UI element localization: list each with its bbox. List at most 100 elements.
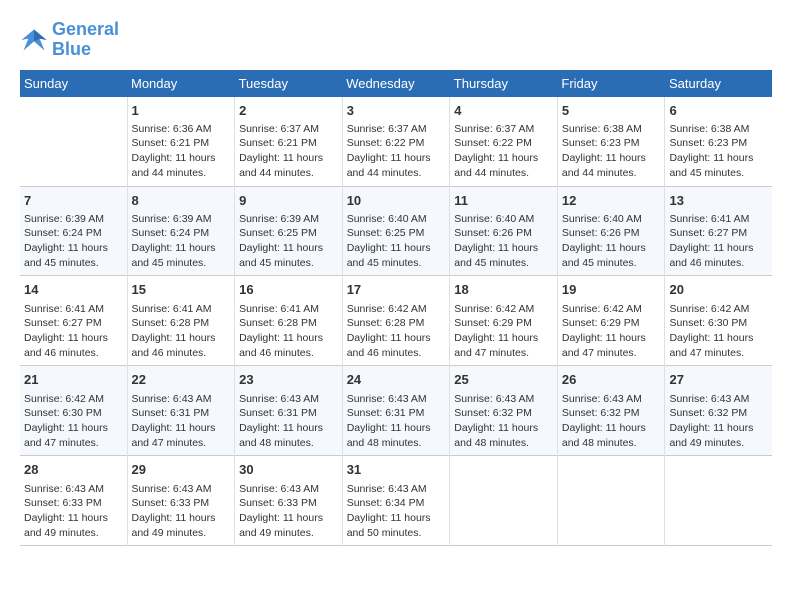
day-info: Sunrise: 6:42 AMSunset: 6:30 PMDaylight:… <box>24 392 123 451</box>
day-info: Sunrise: 6:36 AMSunset: 6:21 PMDaylight:… <box>132 122 231 181</box>
day-number: 31 <box>347 461 446 479</box>
day-cell <box>20 97 127 186</box>
day-info: Sunrise: 6:43 AMSunset: 6:32 PMDaylight:… <box>454 392 553 451</box>
day-cell: 26 Sunrise: 6:43 AMSunset: 6:32 PMDayligh… <box>557 366 665 456</box>
day-info: Sunrise: 6:42 AMSunset: 6:28 PMDaylight:… <box>347 302 446 361</box>
day-header-saturday: Saturday <box>665 70 772 97</box>
day-info: Sunrise: 6:43 AMSunset: 6:32 PMDaylight:… <box>562 392 661 451</box>
day-info: Sunrise: 6:41 AMSunset: 6:27 PMDaylight:… <box>24 302 123 361</box>
day-header-thursday: Thursday <box>450 70 558 97</box>
day-info: Sunrise: 6:43 AMSunset: 6:34 PMDaylight:… <box>347 482 446 541</box>
logo: General Blue <box>20 20 119 60</box>
day-number: 28 <box>24 461 123 479</box>
week-row-4: 21 Sunrise: 6:42 AMSunset: 6:30 PMDayligh… <box>20 366 772 456</box>
day-cell: 23 Sunrise: 6:43 AMSunset: 6:31 PMDayligh… <box>235 366 343 456</box>
days-header-row: SundayMondayTuesdayWednesdayThursdayFrid… <box>20 70 772 97</box>
day-number: 21 <box>24 371 123 389</box>
day-info: Sunrise: 6:40 AMSunset: 6:26 PMDaylight:… <box>454 212 553 271</box>
day-cell: 18 Sunrise: 6:42 AMSunset: 6:29 PMDayligh… <box>450 276 558 366</box>
day-number: 7 <box>24 192 123 210</box>
day-info: Sunrise: 6:42 AMSunset: 6:29 PMDaylight:… <box>454 302 553 361</box>
day-cell: 10 Sunrise: 6:40 AMSunset: 6:25 PMDayligh… <box>342 186 450 276</box>
day-number: 9 <box>239 192 338 210</box>
day-number: 17 <box>347 281 446 299</box>
day-cell: 3Sunrise: 6:37 AMSunset: 6:22 PMDaylight… <box>342 97 450 186</box>
day-header-tuesday: Tuesday <box>235 70 343 97</box>
day-info: Sunrise: 6:38 AMSunset: 6:23 PMDaylight:… <box>562 122 661 181</box>
day-cell: 19Sunrise: 6:42 AMSunset: 6:29 PMDayligh… <box>557 276 665 366</box>
day-info: Sunrise: 6:37 AMSunset: 6:21 PMDaylight:… <box>239 122 338 181</box>
day-info: Sunrise: 6:43 AMSunset: 6:32 PMDaylight:… <box>669 392 768 451</box>
logo-icon <box>20 26 48 54</box>
day-cell: 31 Sunrise: 6:43 AMSunset: 6:34 PMDayligh… <box>342 456 450 546</box>
day-number: 25 <box>454 371 553 389</box>
day-cell: 7 Sunrise: 6:39 AMSunset: 6:24 PMDaylight… <box>20 186 127 276</box>
day-cell: 27 Sunrise: 6:43 AMSunset: 6:32 PMDayligh… <box>665 366 772 456</box>
day-info: Sunrise: 6:43 AMSunset: 6:31 PMDaylight:… <box>347 392 446 451</box>
day-header-friday: Friday <box>557 70 665 97</box>
day-number: 24 <box>347 371 446 389</box>
day-cell: 14 Sunrise: 6:41 AMSunset: 6:27 PMDayligh… <box>20 276 127 366</box>
day-cell <box>557 456 665 546</box>
day-cell: 2 Sunrise: 6:37 AMSunset: 6:21 PMDaylight… <box>235 97 343 186</box>
day-number: 16 <box>239 281 338 299</box>
day-cell: 12 Sunrise: 6:40 AMSunset: 6:26 PMDayligh… <box>557 186 665 276</box>
day-cell: 6Sunrise: 6:38 AMSunset: 6:23 PMDaylight… <box>665 97 772 186</box>
day-cell: 11Sunrise: 6:40 AMSunset: 6:26 PMDayligh… <box>450 186 558 276</box>
day-cell: 25 Sunrise: 6:43 AMSunset: 6:32 PMDayligh… <box>450 366 558 456</box>
week-row-5: 28 Sunrise: 6:43 AMSunset: 6:33 PMDayligh… <box>20 456 772 546</box>
day-cell: 28 Sunrise: 6:43 AMSunset: 6:33 PMDayligh… <box>20 456 127 546</box>
day-info: Sunrise: 6:43 AMSunset: 6:33 PMDaylight:… <box>239 482 338 541</box>
day-cell: 17 Sunrise: 6:42 AMSunset: 6:28 PMDayligh… <box>342 276 450 366</box>
day-info: Sunrise: 6:43 AMSunset: 6:31 PMDaylight:… <box>132 392 231 451</box>
day-number: 6 <box>669 102 768 120</box>
day-number: 1 <box>132 102 231 120</box>
day-cell: 30Sunrise: 6:43 AMSunset: 6:33 PMDayligh… <box>235 456 343 546</box>
day-cell: 22 Sunrise: 6:43 AMSunset: 6:31 PMDayligh… <box>127 366 235 456</box>
page-header: General Blue <box>20 20 772 60</box>
week-row-3: 14 Sunrise: 6:41 AMSunset: 6:27 PMDayligh… <box>20 276 772 366</box>
day-cell: 8 Sunrise: 6:39 AMSunset: 6:24 PMDaylight… <box>127 186 235 276</box>
day-cell: 1 Sunrise: 6:36 AMSunset: 6:21 PMDaylight… <box>127 97 235 186</box>
day-number: 10 <box>347 192 446 210</box>
day-number: 20 <box>669 281 768 299</box>
day-header-monday: Monday <box>127 70 235 97</box>
day-number: 2 <box>239 102 338 120</box>
day-header-wednesday: Wednesday <box>342 70 450 97</box>
day-info: Sunrise: 6:41 AMSunset: 6:28 PMDaylight:… <box>132 302 231 361</box>
day-info: Sunrise: 6:41 AMSunset: 6:27 PMDaylight:… <box>669 212 768 271</box>
day-number: 14 <box>24 281 123 299</box>
day-number: 8 <box>132 192 231 210</box>
day-cell: 24 Sunrise: 6:43 AMSunset: 6:31 PMDayligh… <box>342 366 450 456</box>
day-info: Sunrise: 6:40 AMSunset: 6:26 PMDaylight:… <box>562 212 661 271</box>
week-row-2: 7 Sunrise: 6:39 AMSunset: 6:24 PMDaylight… <box>20 186 772 276</box>
day-info: Sunrise: 6:40 AMSunset: 6:25 PMDaylight:… <box>347 212 446 271</box>
day-info: Sunrise: 6:43 AMSunset: 6:31 PMDaylight:… <box>239 392 338 451</box>
day-cell: 13 Sunrise: 6:41 AMSunset: 6:27 PMDayligh… <box>665 186 772 276</box>
day-number: 12 <box>562 192 661 210</box>
day-number: 18 <box>454 281 553 299</box>
day-info: Sunrise: 6:41 AMSunset: 6:28 PMDaylight:… <box>239 302 338 361</box>
day-cell: 4 Sunrise: 6:37 AMSunset: 6:22 PMDaylight… <box>450 97 558 186</box>
day-info: Sunrise: 6:42 AMSunset: 6:30 PMDaylight:… <box>669 302 768 361</box>
day-cell: 16 Sunrise: 6:41 AMSunset: 6:28 PMDayligh… <box>235 276 343 366</box>
calendar-table: SundayMondayTuesdayWednesdayThursdayFrid… <box>20 70 772 547</box>
day-cell: 9Sunrise: 6:39 AMSunset: 6:25 PMDaylight… <box>235 186 343 276</box>
day-number: 22 <box>132 371 231 389</box>
day-info: Sunrise: 6:39 AMSunset: 6:24 PMDaylight:… <box>24 212 123 271</box>
day-info: Sunrise: 6:37 AMSunset: 6:22 PMDaylight:… <box>454 122 553 181</box>
day-header-sunday: Sunday <box>20 70 127 97</box>
week-row-1: 1 Sunrise: 6:36 AMSunset: 6:21 PMDaylight… <box>20 97 772 186</box>
day-cell: 20 Sunrise: 6:42 AMSunset: 6:30 PMDayligh… <box>665 276 772 366</box>
day-number: 4 <box>454 102 553 120</box>
day-number: 5 <box>562 102 661 120</box>
day-cell: 15Sunrise: 6:41 AMSunset: 6:28 PMDayligh… <box>127 276 235 366</box>
day-info: Sunrise: 6:37 AMSunset: 6:22 PMDaylight:… <box>347 122 446 181</box>
day-number: 26 <box>562 371 661 389</box>
day-number: 13 <box>669 192 768 210</box>
day-number: 23 <box>239 371 338 389</box>
day-info: Sunrise: 6:39 AMSunset: 6:24 PMDaylight:… <box>132 212 231 271</box>
day-cell <box>665 456 772 546</box>
day-info: Sunrise: 6:43 AMSunset: 6:33 PMDaylight:… <box>24 482 123 541</box>
day-number: 27 <box>669 371 768 389</box>
